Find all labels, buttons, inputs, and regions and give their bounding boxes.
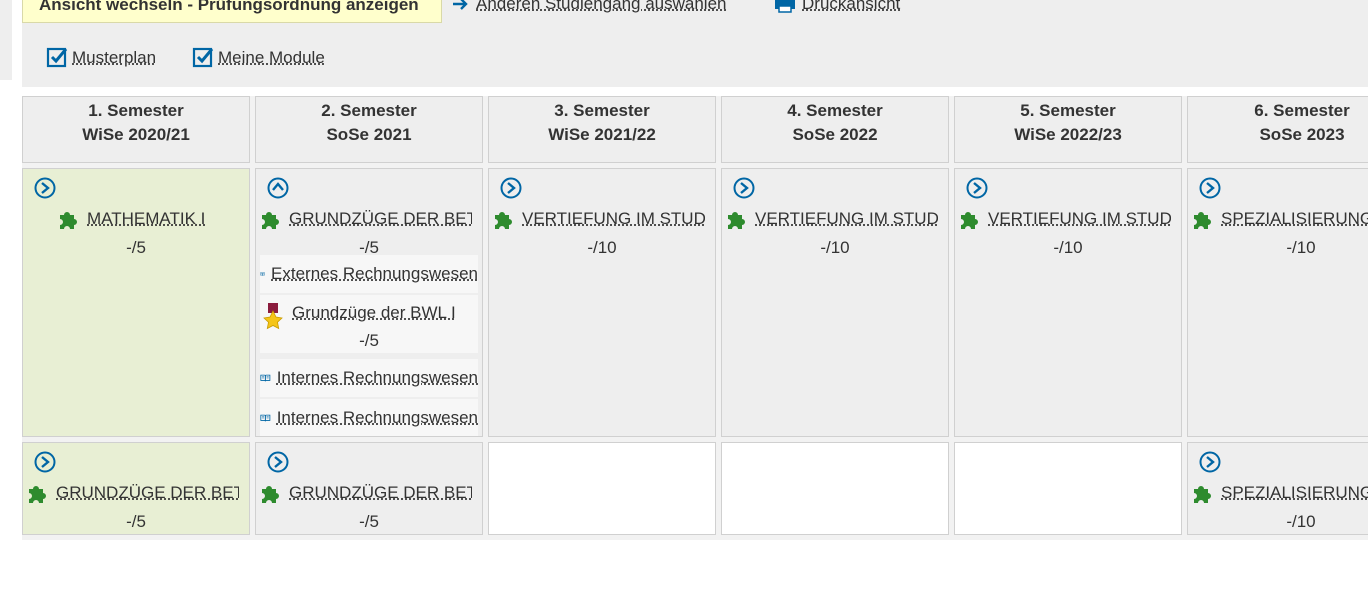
module-cell: SPEZIALISIERUNG -/10 bbox=[1187, 442, 1368, 535]
credits: -/10 bbox=[489, 238, 715, 258]
module-name: VERTIEFUNG IM STUDIENSCHWERPUNKT bbox=[522, 209, 705, 229]
module-link[interactable]: GRUNDZÜGE DER BETRIEBSWIRTSCHAFTSLEHRE bbox=[256, 208, 482, 230]
puzzle-icon bbox=[1191, 482, 1213, 504]
checkbox-checked-icon bbox=[192, 46, 216, 70]
semester-header-4: 4. Semester SoSe 2022 bbox=[721, 96, 949, 163]
puzzle-icon bbox=[725, 208, 747, 230]
course-name: Internes Rechnungswesen bbox=[277, 368, 478, 388]
arrow-right-icon bbox=[452, 0, 470, 11]
chevron-right-circle-icon[interactable] bbox=[1199, 177, 1221, 199]
print-view-link[interactable]: Druckansicht bbox=[774, 0, 900, 14]
puzzle-icon bbox=[26, 482, 48, 504]
chevron-right-circle-icon[interactable] bbox=[34, 177, 56, 199]
book-icon bbox=[260, 264, 265, 284]
module-cell: GRUNDZÜGE DER BETRIEBSWIRTSCHAFTSLEHRE -… bbox=[22, 442, 250, 535]
chevron-right-circle-icon[interactable] bbox=[34, 451, 56, 473]
module-cell: VERTIEFUNG IM STUDIENSCHWERPUNKT -/10 bbox=[721, 168, 949, 437]
chevron-right-circle-icon[interactable] bbox=[267, 451, 289, 473]
module-link[interactable]: VERTIEFUNG IM STUDIENSCHWERPUNKT bbox=[489, 208, 715, 230]
puzzle-icon bbox=[259, 482, 281, 504]
credits: -/5 bbox=[256, 331, 482, 351]
puzzle-icon bbox=[958, 208, 980, 230]
book-icon bbox=[260, 408, 271, 428]
other-program-link[interactable]: Anderen Studiengang auswählen bbox=[452, 0, 726, 14]
module-link[interactable]: VERTIEFUNG IM STUDIENSCHWERPUNKT bbox=[722, 208, 948, 230]
credits: -/5 bbox=[23, 512, 249, 532]
course-name: Internes Rechnungswesen bbox=[277, 408, 478, 428]
module-name: VERTIEFUNG IM STUDIENSCHWERPUNKT bbox=[755, 209, 938, 229]
module-cell: VERTIEFUNG IM STUDIENSCHWERPUNKT -/10 bbox=[954, 168, 1182, 437]
meine-module-label: Meine Module bbox=[218, 48, 325, 68]
module-cell: GRUNDZÜGE DER BETRIEBSWIRTSCHAFTSLEHRE -… bbox=[255, 168, 483, 437]
credits: -/10 bbox=[1188, 512, 1368, 532]
semester-header-6: 6. Semester SoSe 2023 bbox=[1187, 96, 1368, 163]
module-cell: GRUNDZÜGE DER BETRIEBSWIRTSCHAFTSLEHRE -… bbox=[255, 442, 483, 535]
empty-cell bbox=[721, 442, 949, 535]
empty-cell bbox=[488, 442, 716, 535]
course-name: Grundzüge der BWL I bbox=[292, 303, 456, 323]
course-item[interactable]: Internes Rechnungswesen bbox=[260, 359, 478, 397]
module-cell: SPEZIALISIERUNG -/10 bbox=[1187, 168, 1368, 437]
medal-icon bbox=[260, 303, 286, 331]
module-link[interactable]: SPEZIALISIERUNG bbox=[1188, 208, 1368, 230]
semester-header-3: 3. Semester WiSe 2021/22 bbox=[488, 96, 716, 163]
printer-icon bbox=[774, 0, 796, 13]
print-view-label: Druckansicht bbox=[802, 0, 900, 14]
puzzle-icon bbox=[492, 208, 514, 230]
course-name: Externes Rechnungswesen bbox=[271, 264, 478, 284]
chevron-right-circle-icon[interactable] bbox=[966, 177, 988, 199]
puzzle-icon bbox=[1191, 208, 1213, 230]
module-name: SPEZIALISIERUNG bbox=[1221, 209, 1368, 229]
musterplan-checkbox[interactable]: Musterplan bbox=[46, 46, 156, 70]
module-link[interactable]: VERTIEFUNG IM STUDIENSCHWERPUNKT bbox=[955, 208, 1181, 230]
module-name: SPEZIALISIERUNG bbox=[1221, 483, 1368, 503]
credits: -/10 bbox=[1188, 238, 1368, 258]
meine-module-checkbox[interactable]: Meine Module bbox=[192, 46, 325, 70]
module-name: VERTIEFUNG IM STUDIENSCHWERPUNKT bbox=[988, 209, 1171, 229]
course-item[interactable]: Internes Rechnungswesen bbox=[260, 399, 478, 437]
chevron-right-circle-icon[interactable] bbox=[1199, 451, 1221, 473]
puzzle-icon bbox=[57, 208, 79, 230]
toggle-view-button[interactable]: Ansicht wechseln - Prüfungsordnung anzei… bbox=[22, 0, 442, 23]
module-link[interactable]: SPEZIALISIERUNG bbox=[1188, 482, 1368, 504]
checkbox-checked-icon bbox=[46, 46, 70, 70]
credits: -/5 bbox=[256, 512, 482, 532]
chevron-right-circle-icon[interactable] bbox=[733, 177, 755, 199]
credits: -/5 bbox=[23, 238, 249, 258]
chevron-right-circle-icon[interactable] bbox=[500, 177, 522, 199]
module-name: MATHEMATIK I bbox=[87, 209, 205, 229]
module-link[interactable]: GRUNDZÜGE DER BETRIEBSWIRTSCHAFTSLEHRE bbox=[256, 482, 482, 504]
semester-header-1: 1. Semester WiSe 2020/21 bbox=[22, 96, 250, 163]
module-name: GRUNDZÜGE DER BETRIEBSWIRTSCHAFTSLEHRE bbox=[289, 483, 472, 503]
module-cell: VERTIEFUNG IM STUDIENSCHWERPUNKT -/10 bbox=[488, 168, 716, 437]
semester-header-5: 5. Semester WiSe 2022/23 bbox=[954, 96, 1182, 163]
musterplan-label: Musterplan bbox=[72, 48, 156, 68]
course-item[interactable]: Externes Rechnungswesen bbox=[260, 255, 478, 293]
module-link[interactable]: GRUNDZÜGE DER BETRIEBSWIRTSCHAFTSLEHRE bbox=[23, 482, 249, 504]
credits: -/10 bbox=[955, 238, 1181, 258]
module-cell: MATHEMATIK I -/5 bbox=[22, 168, 250, 437]
module-name: GRUNDZÜGE DER BETRIEBSWIRTSCHAFTSLEHRE bbox=[56, 483, 239, 503]
credits: -/10 bbox=[722, 238, 948, 258]
chevron-up-circle-icon[interactable] bbox=[267, 177, 289, 199]
left-edge bbox=[0, 0, 12, 80]
module-link[interactable]: MATHEMATIK I bbox=[23, 208, 249, 230]
empty-cell bbox=[954, 442, 1182, 535]
module-name: GRUNDZÜGE DER BETRIEBSWIRTSCHAFTSLEHRE bbox=[289, 209, 472, 229]
semester-header-2: 2. Semester SoSe 2021 bbox=[255, 96, 483, 163]
other-program-label: Anderen Studiengang auswählen bbox=[476, 0, 726, 14]
book-icon bbox=[260, 368, 271, 388]
puzzle-icon bbox=[259, 208, 281, 230]
